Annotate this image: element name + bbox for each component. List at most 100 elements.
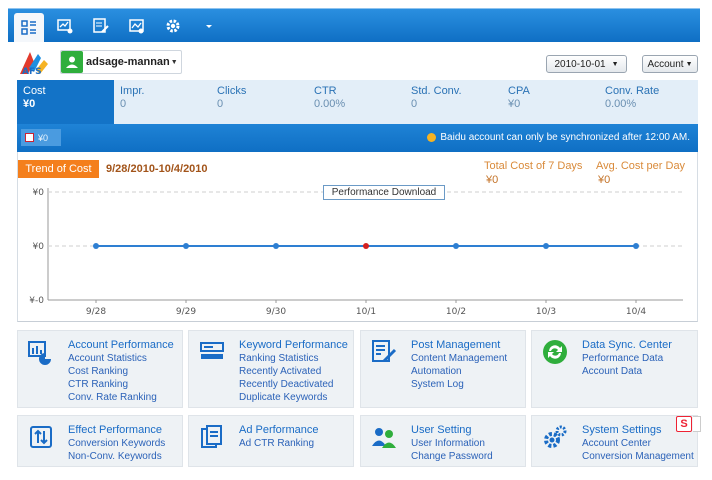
module-title[interactable]: System Settings <box>582 424 661 436</box>
metric-value: ¥0 <box>508 98 521 110</box>
dashboard-button[interactable] <box>14 13 44 43</box>
module-link[interactable]: Conversion Management <box>582 450 694 463</box>
module-link[interactable]: System Log <box>411 378 507 391</box>
analysis-button[interactable] <box>122 12 152 40</box>
module-post-management: Post Management Content Management Autom… <box>360 330 526 408</box>
sync-notice-text: Baidu account can only be synchronized a… <box>440 132 690 143</box>
x-tick-label: 10/3 <box>536 307 556 317</box>
module-link[interactable]: Account Data <box>582 365 663 378</box>
calendar-icon <box>25 133 34 142</box>
corner-badge[interactable]: S <box>676 416 692 432</box>
data-point <box>453 243 459 249</box>
module-title[interactable]: Keyword Performance <box>239 339 348 351</box>
module-link[interactable]: Conversion Keywords <box>68 437 165 450</box>
data-point <box>93 243 99 249</box>
module-title[interactable]: User Setting <box>411 424 472 436</box>
cost-chip-value: ¥0 <box>38 132 49 143</box>
sync-notice: Baidu account can only be synchronized a… <box>427 132 690 143</box>
module-link[interactable]: Cost Ranking <box>68 365 157 378</box>
metric-name: CTR <box>314 85 337 97</box>
user-avatar-icon <box>61 51 83 73</box>
metric-name: Conv. Rate <box>605 85 660 97</box>
metric-std-conv[interactable]: Std. Conv. 0 <box>405 80 502 124</box>
metric-ctr[interactable]: CTR 0.00% <box>308 80 405 124</box>
edit-button[interactable] <box>86 12 116 40</box>
y-tick-label: ¥0 <box>33 188 45 198</box>
chevron-down-icon: ▼ <box>611 60 619 68</box>
dashboard-icon <box>21 20 36 35</box>
settings-button[interactable] <box>158 12 188 40</box>
metric-conv-rate[interactable]: Conv. Rate 0.00% <box>599 80 698 124</box>
module-user-setting: User Setting User Information Change Pas… <box>360 415 526 467</box>
trend-chart: ¥0 ¥0 ¥-0 9/28 9/29 9/30 10/1 10/2 10/3 10/4 <box>29 188 683 317</box>
report-icon <box>57 19 73 34</box>
account-performance-icon <box>28 341 51 365</box>
module-link[interactable]: Automation <box>411 365 507 378</box>
x-tick-label: 9/30 <box>266 307 286 317</box>
module-title[interactable]: Post Management <box>411 339 500 351</box>
metric-clicks[interactable]: Clicks 0 <box>211 80 308 124</box>
gears-icon <box>544 425 567 448</box>
sync-icon <box>543 340 567 364</box>
edit-icon <box>93 18 109 33</box>
module-link[interactable]: Conv. Rate Ranking <box>68 391 157 404</box>
module-link[interactable]: Account Statistics <box>68 352 157 365</box>
module-link[interactable]: Duplicate Keywords <box>239 391 334 404</box>
module-title[interactable]: Ad Performance <box>239 424 318 436</box>
metric-cpa[interactable]: CPA ¥0 <box>502 80 599 124</box>
date-select[interactable]: 2010-10-01 ▼ <box>546 55 627 73</box>
metric-value: 0.00% <box>314 98 346 110</box>
metric-value: 0 <box>411 98 418 110</box>
module-link[interactable]: Recently Activated <box>239 365 334 378</box>
cost-chip[interactable]: ¥0 <box>21 129 61 146</box>
module-link[interactable]: Non-Conv. Keywords <box>68 450 165 463</box>
app-window: AFS adsage-mannan ▼ 2010-10-01 ▼ Account… <box>0 0 712 480</box>
module-link[interactable]: Recently Deactivated <box>239 378 334 391</box>
gear-icon <box>166 19 180 33</box>
account-switcher[interactable]: adsage-mannan ▼ <box>60 50 182 74</box>
data-point <box>543 243 549 249</box>
metric-value: 0.00% <box>605 98 637 110</box>
x-tick-label: 10/4 <box>626 307 646 317</box>
module-title[interactable]: Effect Performance <box>68 424 162 436</box>
metric-value: ¥0 <box>23 98 36 110</box>
module-keyword-performance: Keyword Performance Ranking Statistics R… <box>188 330 354 408</box>
performance-download-button[interactable]: Performance Download <box>323 185 445 200</box>
svg-text:AFS: AFS <box>22 67 42 76</box>
metric-value: 0 <box>217 98 224 110</box>
users-icon <box>372 428 396 448</box>
afs-logo: AFS <box>20 52 48 76</box>
data-point <box>183 243 189 249</box>
module-title[interactable]: Account Performance <box>68 339 174 351</box>
account-select[interactable]: Account ▼ <box>642 55 698 73</box>
sync-bar: ¥0 Baidu account can only be synchronize… <box>17 124 698 152</box>
module-link[interactable]: Ad CTR Ranking <box>239 437 314 450</box>
more-button[interactable] <box>194 12 224 40</box>
account-select-value: Account <box>647 58 684 70</box>
chevron-down-icon: ▼ <box>170 58 178 66</box>
chevron-down-icon: ▼ <box>685 60 693 68</box>
account-name: adsage-mannan <box>86 56 170 68</box>
module-link[interactable]: Performance Data <box>582 352 663 365</box>
metric-cost[interactable]: Cost ¥0 <box>17 80 114 124</box>
module-effect-performance: Effect Performance Conversion Keywords N… <box>17 415 183 467</box>
module-link[interactable]: User Information <box>411 437 493 450</box>
header-bar: AFS adsage-mannan ▼ 2010-10-01 ▼ Account… <box>8 42 700 80</box>
report-button[interactable] <box>50 12 80 40</box>
ad-performance-icon <box>201 425 222 448</box>
x-tick-label: 10/1 <box>356 307 376 317</box>
module-link[interactable]: Account Center <box>582 437 694 450</box>
metric-impressions[interactable]: Impr. 0 <box>114 80 211 124</box>
data-point <box>633 243 639 249</box>
module-link[interactable]: Content Management <box>411 352 507 365</box>
module-system-settings: System Settings Account Center Conversio… <box>531 415 698 467</box>
module-link[interactable]: Ranking Statistics <box>239 352 334 365</box>
module-link[interactable]: Change Password <box>411 450 493 463</box>
module-account-performance: Account Performance Account Statistics C… <box>17 330 183 408</box>
warning-icon <box>427 133 437 142</box>
x-tick-label: 9/28 <box>86 307 106 317</box>
post-management-icon <box>372 340 397 363</box>
module-link[interactable]: CTR Ranking <box>68 378 157 391</box>
module-title[interactable]: Data Sync. Center <box>582 339 672 351</box>
trend-chart-panel: Trend of Cost 9/28/2010-10/4/2010 Total … <box>17 152 698 322</box>
